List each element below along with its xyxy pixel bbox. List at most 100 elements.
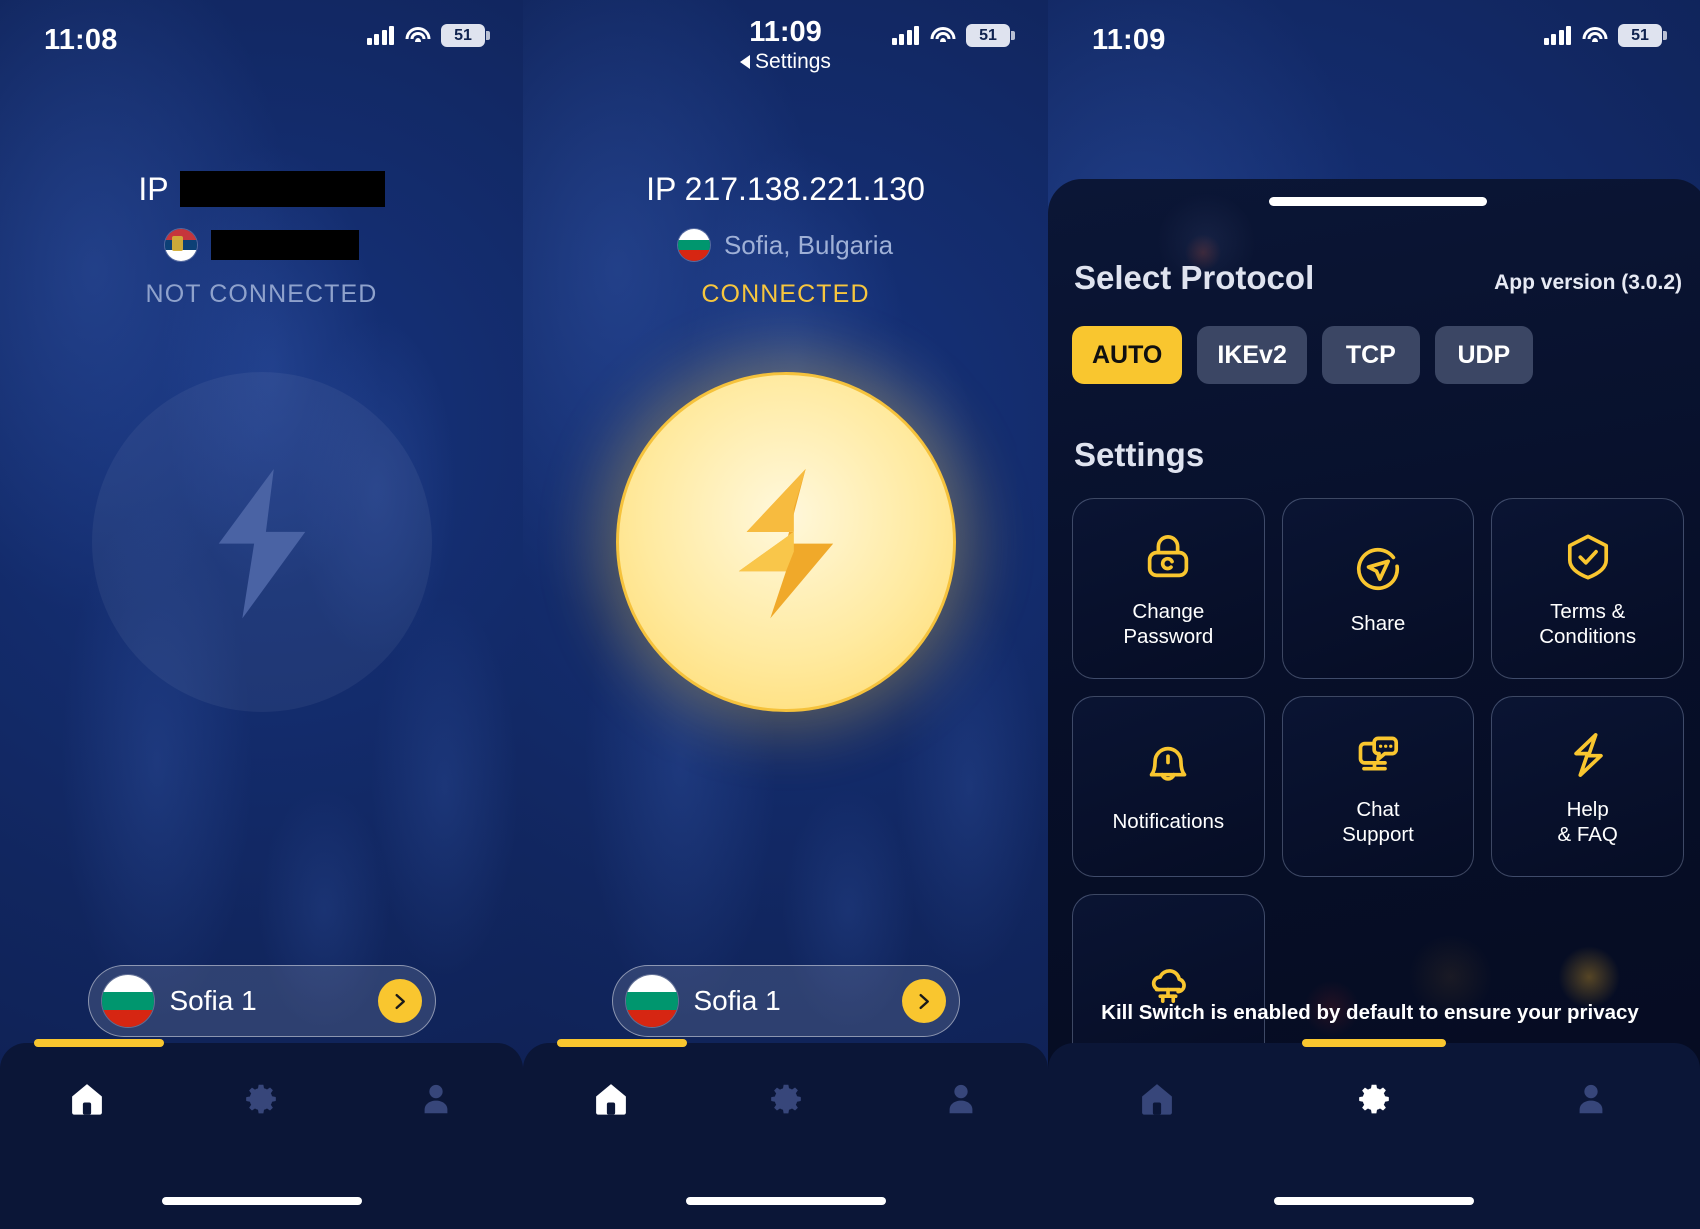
battery-icon: 51 <box>441 24 490 47</box>
location-redaction-bar <box>210 230 359 260</box>
status-bar: 11:09 51 <box>1048 0 1700 86</box>
tab-bar <box>0 1039 523 1229</box>
protocol-options: AUTO IKEv2 TCP UDP <box>1072 326 1684 384</box>
bell-icon <box>1150 746 1187 781</box>
tab-active-indicator <box>557 1039 687 1047</box>
phone-panel-disconnected: 11:08 51 IP NOT CONNECTED Sofia 1 <box>0 0 523 1229</box>
gear-icon <box>1359 1084 1389 1114</box>
server-selector[interactable]: Sofia 1 <box>87 965 436 1037</box>
status-badge: NOT CONNECTED <box>145 280 378 308</box>
protocol-auto[interactable]: AUTO <box>1072 326 1183 384</box>
location-text: Sofia, Bulgaria <box>723 229 894 260</box>
settings-item-notifications[interactable]: Notifications <box>1072 696 1265 877</box>
tab-settings[interactable] <box>741 1069 831 1129</box>
status-bar: 11:08 51 <box>0 0 523 86</box>
settings-item-share[interactable]: Share <box>1281 498 1475 679</box>
person-icon <box>424 1084 448 1114</box>
kill-switch-note: Kill Switch is enabled by default to ens… <box>1101 1001 1639 1024</box>
lightning-bolt-icon <box>727 465 845 620</box>
wifi-icon <box>405 26 430 45</box>
connection-info: IP 217.138.221.130 Sofia, Bulgaria CONNE… <box>523 168 1048 309</box>
battery-icon: 51 <box>1618 24 1667 47</box>
wifi-icon <box>1582 26 1607 45</box>
bulgaria-flag <box>677 229 710 261</box>
tab-active-indicator <box>1302 1039 1446 1047</box>
status-bar-clock: 11:09 <box>1092 24 1166 56</box>
select-protocol-title: Select Protocol <box>1074 259 1315 296</box>
back-to-settings-link[interactable]: Settings <box>740 50 831 74</box>
tab-list <box>523 1043 1048 1129</box>
protocol-udp[interactable]: UDP <box>1434 326 1533 384</box>
phone-panel-connected: 11:09 Settings 51 IP 217.138.221.130 Sof… <box>523 0 1048 1229</box>
screenshot-stage: 11:08 51 IP NOT CONNECTED Sofia 1 11:09 … <box>0 0 1700 1229</box>
back-triangle-icon <box>740 55 751 69</box>
protocol-tcp[interactable]: TCP <box>1321 326 1420 384</box>
lightning-bolt-icon <box>203 465 321 620</box>
bulgaria-flag <box>625 975 678 1027</box>
settings-item-label: Terms & Conditions <box>1539 599 1637 648</box>
ip-row: IP 217.138.221.130 <box>523 168 1048 210</box>
chat-support-icon <box>1358 736 1399 770</box>
status-bar-indicators: 51 <box>891 24 1015 47</box>
shield-check-icon <box>1567 534 1608 579</box>
home-icon <box>1141 1084 1172 1115</box>
settings-item-label: Notifications <box>1112 810 1225 833</box>
tab-bar <box>1048 1039 1700 1229</box>
settings-item-change-password[interactable]: Change Password <box>1072 498 1265 679</box>
tab-home[interactable] <box>566 1069 656 1129</box>
tab-settings[interactable] <box>216 1069 306 1129</box>
tab-list <box>0 1043 523 1129</box>
server-name: Sofia 1 <box>169 985 257 1016</box>
back-label: Settings <box>755 50 831 73</box>
ip-redaction-bar <box>179 171 385 207</box>
settings-grid: Change Password Share Terms & Conditions… <box>1072 498 1684 1075</box>
tab-home[interactable] <box>1112 1069 1202 1129</box>
tab-active-indicator <box>34 1039 164 1047</box>
location-row: Sofia, Bulgaria <box>523 228 1048 262</box>
settings-item-terms[interactable]: Terms & Conditions <box>1491 498 1684 679</box>
cellular-bars-icon <box>1543 26 1571 45</box>
protocol-ikev2[interactable]: IKEv2 <box>1197 326 1307 384</box>
tab-account[interactable] <box>1546 1069 1636 1129</box>
person-icon <box>1579 1084 1603 1114</box>
chevron-right-icon[interactable] <box>901 979 946 1023</box>
settings-item-label: Chat Support <box>1342 797 1414 846</box>
home-indicator <box>685 1197 886 1205</box>
lightning-bolt-icon <box>1573 732 1603 777</box>
location-row <box>0 228 523 262</box>
tab-home[interactable] <box>42 1069 132 1129</box>
home-indicator <box>161 1197 362 1205</box>
connection-info: IP NOT CONNECTED <box>0 168 523 309</box>
tab-bar <box>523 1039 1048 1229</box>
sheet-content: Select Protocol App version (3.0.2) AUTO… <box>1048 179 1700 1075</box>
person-icon <box>949 1084 972 1114</box>
lock-icon <box>1148 534 1189 577</box>
status-bar-clock: 11:08 <box>44 24 118 56</box>
gear-icon <box>770 1084 801 1114</box>
server-name: Sofia 1 <box>693 985 781 1016</box>
battery-icon: 51 <box>966 24 1015 47</box>
bulgaria-flag <box>101 975 154 1027</box>
ip-row: IP <box>0 168 523 210</box>
settings-item-label: Help & FAQ <box>1557 797 1618 846</box>
chevron-right-icon[interactable] <box>377 979 422 1023</box>
server-selector[interactable]: Sofia 1 <box>611 965 960 1037</box>
power-button-wrap <box>523 372 1048 712</box>
tab-settings[interactable] <box>1329 1069 1419 1129</box>
cellular-bars-icon <box>366 26 394 45</box>
sheet-header: Select Protocol App version (3.0.2) <box>1072 179 1684 297</box>
status-bar-indicators: 51 <box>1543 24 1667 47</box>
cellular-bars-icon <box>891 26 919 45</box>
power-button-wrap <box>0 372 523 712</box>
settings-item-help-faq[interactable]: Help & FAQ <box>1491 696 1684 877</box>
send-circle-icon <box>1356 547 1400 591</box>
tab-account[interactable] <box>391 1069 481 1129</box>
power-toggle-button[interactable] <box>615 372 956 712</box>
power-toggle-button[interactable] <box>91 372 432 712</box>
home-icon <box>72 1084 103 1115</box>
settings-item-chat-support[interactable]: Chat Support <box>1281 696 1475 877</box>
ip-label: IP <box>138 170 169 207</box>
ip-value: IP 217.138.221.130 <box>646 170 925 207</box>
settings-item-label: Share <box>1350 612 1406 635</box>
tab-account[interactable] <box>916 1069 1006 1129</box>
